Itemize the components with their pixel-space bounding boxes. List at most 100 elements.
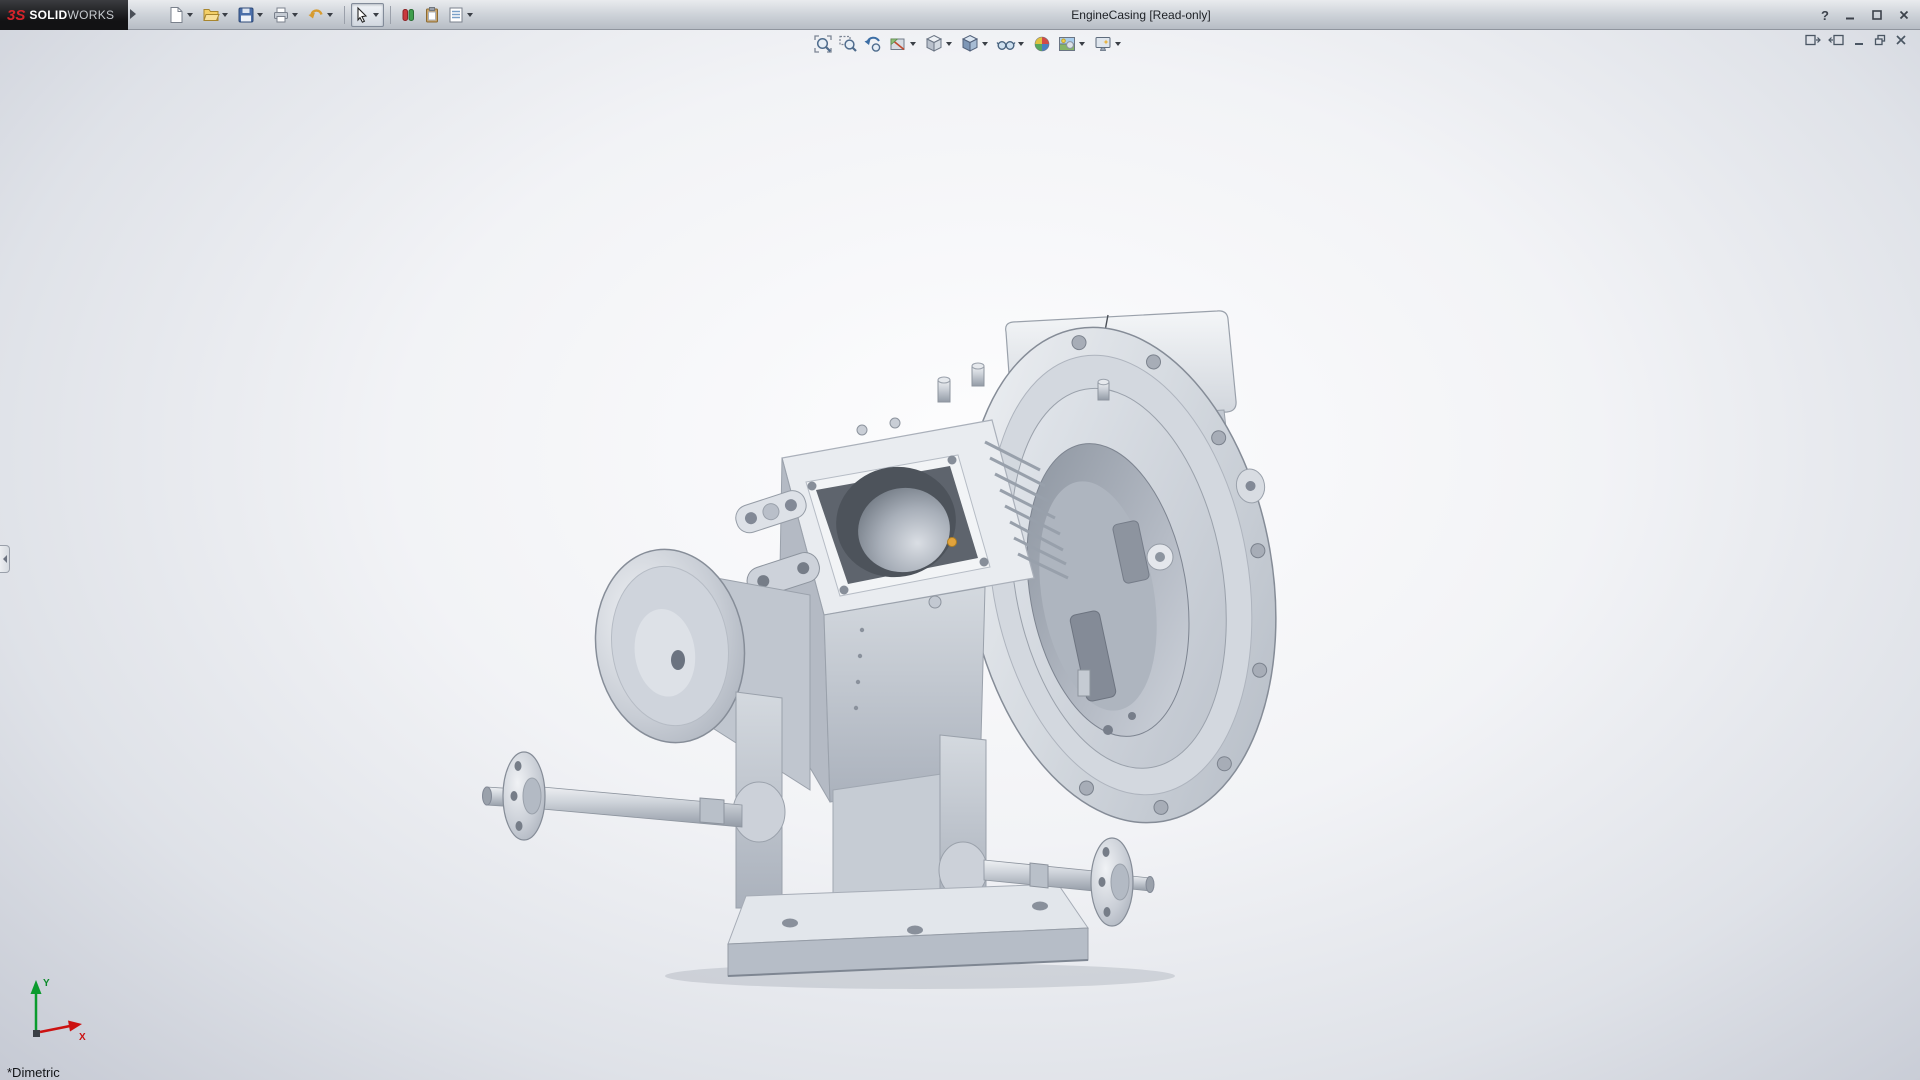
base-hole — [907, 926, 923, 935]
select-cursor-icon — [353, 6, 371, 24]
orientation-triad: Y X — [16, 972, 96, 1050]
view-orientation-button[interactable] — [923, 33, 956, 55]
document-title: EngineCasing [Read-only] — [1071, 0, 1210, 30]
close-button[interactable] — [1898, 9, 1910, 21]
flange-hub — [523, 778, 541, 814]
triad-y-arrow-icon — [31, 980, 42, 994]
display-style-dropdown-icon[interactable] — [982, 42, 988, 46]
titlebar: 3S SOLID WORKS — [0, 0, 1920, 30]
flange-hub — [1111, 864, 1129, 900]
zoom-to-area-icon — [838, 34, 858, 54]
save-button[interactable] — [235, 3, 268, 27]
apply-scene-button[interactable] — [1056, 33, 1089, 55]
flange-hole — [511, 791, 518, 801]
view-orientation-dropdown-icon[interactable] — [946, 42, 952, 46]
open-icon — [202, 6, 220, 24]
options-sheet-icon — [447, 6, 465, 24]
cavity-bolt — [1078, 670, 1090, 696]
print-icon — [272, 6, 290, 24]
open-button[interactable] — [200, 3, 233, 27]
base-hole — [1032, 902, 1048, 911]
apply-scene-dropdown-icon[interactable] — [1079, 42, 1085, 46]
maximize-button[interactable] — [1871, 9, 1883, 21]
hide-show-dropdown-icon[interactable] — [1018, 42, 1024, 46]
view-settings-dropdown-icon[interactable] — [1115, 42, 1121, 46]
selection-filter-button[interactable] — [397, 3, 419, 27]
edit-appearance-button[interactable] — [1031, 33, 1053, 55]
cavity-hole — [1103, 725, 1113, 735]
undo-button[interactable] — [305, 3, 338, 27]
boss — [929, 596, 941, 608]
bore-corner-hole — [948, 456, 957, 465]
menu-expand-icon[interactable] — [130, 9, 136, 19]
face-dot — [858, 654, 862, 658]
minimize-button[interactable] — [1844, 9, 1856, 21]
undo-dropdown-icon[interactable] — [327, 13, 333, 17]
flange-hole — [1103, 847, 1110, 857]
engine-casing-model[interactable] — [0, 30, 1920, 1080]
cover-hole — [671, 650, 685, 670]
section-view-icon — [888, 34, 908, 54]
bore-corner-hole — [808, 482, 817, 491]
pane-right-icon[interactable] — [1828, 33, 1845, 47]
edit-appearance-icon — [1032, 34, 1052, 54]
face-dot — [854, 706, 858, 710]
flange-hole — [516, 821, 523, 831]
zoom-to-fit-icon — [813, 34, 833, 54]
view-orientation-icon — [924, 34, 944, 54]
open-dropdown-icon[interactable] — [222, 13, 228, 17]
print-dropdown-icon[interactable] — [292, 13, 298, 17]
cavity-hole — [1128, 712, 1136, 720]
face-dot — [856, 680, 860, 684]
zoom-to-area-button[interactable] — [837, 33, 859, 55]
close-icon[interactable] — [1894, 33, 1908, 47]
bore-corner-hole — [840, 586, 849, 595]
model-left-shaft[interactable] — [483, 752, 743, 840]
print-button[interactable] — [270, 3, 303, 27]
zoom-to-fit-button[interactable] — [812, 33, 834, 55]
minimize-icon[interactable] — [1852, 33, 1866, 47]
view-settings-icon — [1093, 34, 1113, 54]
section-view-button[interactable] — [887, 33, 920, 55]
triad-x-axis — [40, 1026, 70, 1032]
paste-clipboard-button[interactable] — [421, 3, 443, 27]
top-stud — [890, 418, 900, 428]
view-orientation-label: *Dimetric — [7, 1065, 60, 1080]
restore-icon[interactable] — [1873, 33, 1887, 47]
help-button[interactable]: ? — [1821, 9, 1829, 22]
display-style-button[interactable] — [959, 33, 992, 55]
new-dropdown-icon[interactable] — [187, 13, 193, 17]
flange-hole — [1099, 877, 1106, 887]
options-sheet-button[interactable] — [445, 3, 478, 27]
model-right-support[interactable] — [939, 735, 987, 910]
model-left-support[interactable] — [733, 692, 785, 908]
cavity-hub-hole — [1155, 552, 1165, 562]
pane-left-icon[interactable] — [1804, 33, 1821, 47]
selection-filter-icon — [399, 6, 417, 24]
select-button[interactable] — [351, 3, 384, 27]
triad-origin — [33, 1030, 40, 1037]
solidworks-logo: 3S SOLID WORKS — [0, 0, 128, 30]
new-document-icon — [167, 6, 185, 24]
toolbar-separator — [344, 6, 345, 24]
orange-marker — [948, 538, 957, 547]
flange-hole — [1104, 907, 1111, 917]
previous-view-button[interactable] — [862, 33, 884, 55]
display-style-icon — [960, 34, 980, 54]
window-controls: ? — [1821, 0, 1910, 30]
new-document-button[interactable] — [165, 3, 198, 27]
options-dropdown-icon[interactable] — [467, 13, 473, 17]
triad-x-label: X — [79, 1032, 86, 1043]
model-base-plate[interactable] — [728, 884, 1088, 976]
document-window-controls — [1804, 33, 1908, 47]
triad-x-arrow-icon — [68, 1021, 82, 1032]
save-dropdown-icon[interactable] — [257, 13, 263, 17]
view-settings-button[interactable] — [1092, 33, 1125, 55]
base-hole — [782, 919, 798, 928]
hide-show-items-button[interactable] — [995, 33, 1028, 55]
graphics-viewport[interactable]: Y X *Dimetric — [0, 30, 1920, 1080]
solidworks-logo-text: SOLID — [29, 8, 67, 22]
solidworks-logo-text-light: WORKS — [68, 8, 115, 22]
select-dropdown-icon[interactable] — [373, 13, 379, 17]
section-view-dropdown-icon[interactable] — [910, 42, 916, 46]
